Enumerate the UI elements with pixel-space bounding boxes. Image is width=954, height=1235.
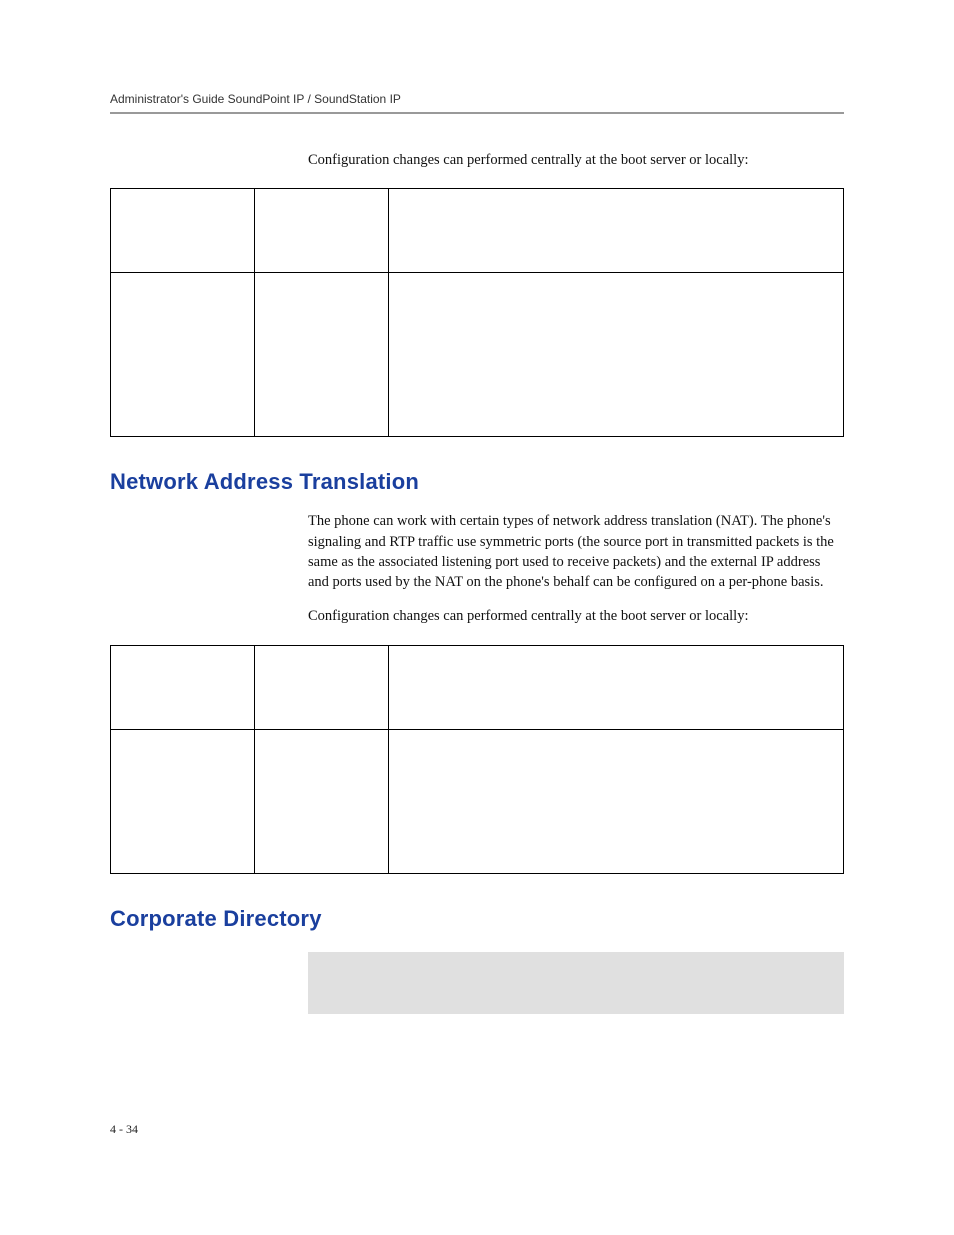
heading-nat: Network Address Translation: [110, 469, 844, 495]
config-table-2: [110, 645, 844, 874]
table-cell: [111, 729, 255, 873]
table-cell: [389, 189, 844, 273]
table-row: [111, 645, 844, 729]
table-row: [111, 273, 844, 437]
table-cell: [255, 645, 389, 729]
table-cell: [389, 645, 844, 729]
config-table-1: [110, 188, 844, 437]
table-cell: [111, 645, 255, 729]
nat-paragraph-1: The phone can work with certain types of…: [308, 511, 844, 592]
table-row: [111, 189, 844, 273]
table-cell: [255, 189, 389, 273]
table-cell: [111, 273, 255, 437]
page-container: Administrator's Guide SoundPoint IP / So…: [0, 0, 954, 1014]
table-cell: [255, 729, 389, 873]
callout-box: [308, 952, 844, 1014]
table-row: [111, 729, 844, 873]
page-number: 4 - 34: [110, 1122, 138, 1137]
nat-paragraph-2: Configuration changes can performed cent…: [308, 606, 844, 626]
running-header: Administrator's Guide SoundPoint IP / So…: [110, 92, 844, 114]
intro-paragraph: Configuration changes can performed cent…: [308, 150, 844, 170]
table-cell: [255, 273, 389, 437]
table-cell: [111, 189, 255, 273]
heading-corporate-directory: Corporate Directory: [110, 906, 844, 932]
table-cell: [389, 273, 844, 437]
table-cell: [389, 729, 844, 873]
